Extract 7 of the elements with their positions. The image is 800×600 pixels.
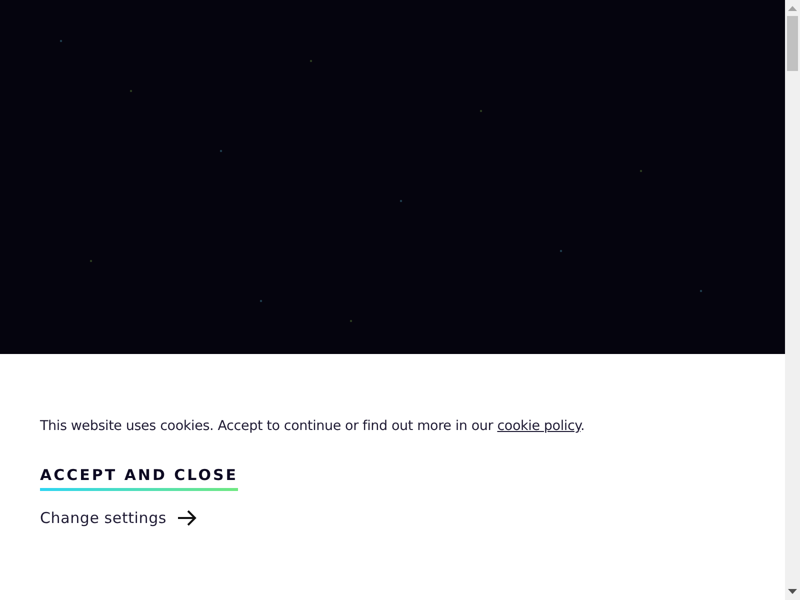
accept-and-close-button[interactable]: ACCEPT AND CLOSE: [40, 466, 238, 491]
cookie-policy-link[interactable]: cookie policy: [497, 418, 581, 434]
change-settings-link[interactable]: Change settings: [40, 509, 197, 527]
scrollbar-thumb[interactable]: [787, 16, 798, 71]
arrow-right-icon: [176, 510, 197, 526]
cookie-message: This website uses cookies. Accept to continue or find out more in our cookie policy.: [40, 418, 585, 434]
scrollbar[interactable]: [785, 0, 800, 600]
